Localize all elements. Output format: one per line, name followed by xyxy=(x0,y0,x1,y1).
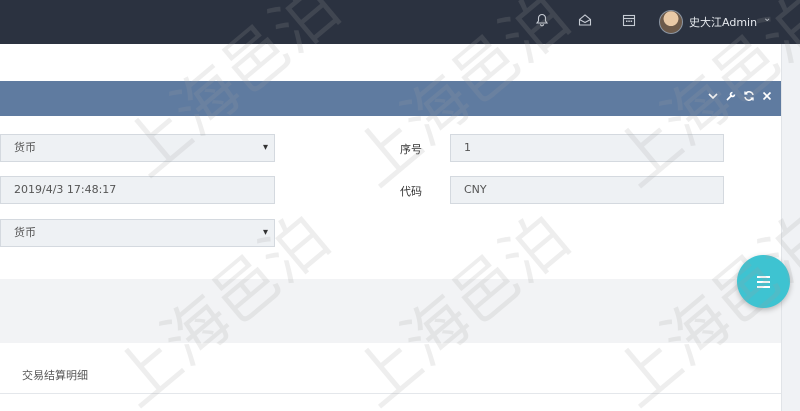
avatar[interactable] xyxy=(659,10,683,34)
toolbar-area xyxy=(0,279,781,343)
refresh-icon[interactable] xyxy=(743,90,755,106)
menu-icon-line xyxy=(757,281,770,283)
menu-icon xyxy=(757,276,770,278)
seq-label: 序号 xyxy=(400,143,422,156)
wrench-icon[interactable] xyxy=(725,90,737,106)
code-field[interactable]: CNY xyxy=(450,176,724,204)
calendar-icon[interactable] xyxy=(620,13,638,31)
divider xyxy=(0,393,781,394)
inbox-icon[interactable] xyxy=(576,13,594,31)
section-title: 交易结算明细 xyxy=(22,369,88,382)
menu-icon-line xyxy=(757,286,770,288)
currency-select[interactable]: 货币 xyxy=(0,134,275,162)
chevron-down-icon[interactable]: ⌄ xyxy=(763,13,771,24)
right-scroll-strip xyxy=(781,44,800,411)
panel-tools xyxy=(707,90,773,106)
username[interactable]: 史大江Admin xyxy=(689,14,757,30)
close-icon[interactable] xyxy=(761,90,773,106)
collapse-icon[interactable] xyxy=(707,90,719,106)
menu-fab-button[interactable] xyxy=(737,255,790,308)
currency-select-2[interactable]: 货币 xyxy=(0,219,275,247)
bell-icon[interactable] xyxy=(533,13,551,31)
datetime-field[interactable]: 2019/4/3 17:48:17 xyxy=(0,176,275,204)
panel-header xyxy=(0,81,781,116)
code-label: 代码 xyxy=(400,185,422,198)
top-navbar: 史大江Admin ⌄ xyxy=(0,0,800,44)
seq-field[interactable]: 1 xyxy=(450,134,724,162)
